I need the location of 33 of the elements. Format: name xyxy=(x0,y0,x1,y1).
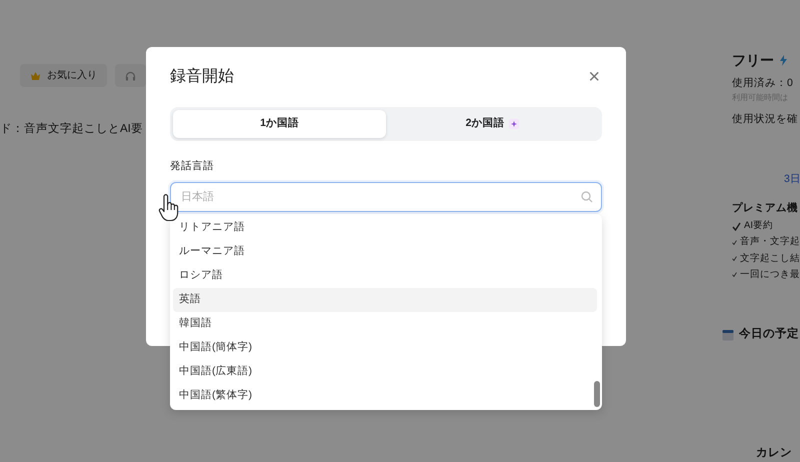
page-heading: ド：音声文字起こしとAI要 xyxy=(0,121,143,137)
crown-icon xyxy=(30,70,41,80)
headphones-icon xyxy=(125,70,136,80)
dropdown-option[interactable]: 韓国語 xyxy=(173,312,597,336)
calendar-icon xyxy=(722,328,734,341)
close-button[interactable]: × xyxy=(586,67,602,87)
section-title: カレン xyxy=(756,448,793,460)
feature-text: 一回につき最 xyxy=(740,268,800,282)
section-title: 今日の予定 xyxy=(739,326,799,342)
search-field[interactable]: 日本語 xyxy=(170,182,602,212)
tab[interactable]: 2か国語 xyxy=(386,110,599,138)
dropdown-option[interactable]: 中国語(繁体字) xyxy=(173,384,597,408)
lightning-icon xyxy=(780,55,787,66)
dropdown-option[interactable]: ロシア語 xyxy=(173,264,597,288)
dropdown-option[interactable]: 中国語(広東語) xyxy=(173,360,597,384)
dropdown-option[interactable]: ルーマニア語 xyxy=(173,240,597,264)
feature-text: AI要約 xyxy=(744,219,773,233)
premium-title: プレミアム機 xyxy=(732,201,799,216)
dialog-title: 録音開始 xyxy=(170,66,234,87)
dropdown-option[interactable]: 英語 xyxy=(173,288,597,312)
toolbar-chip[interactable] xyxy=(115,64,146,87)
plan-title: フリー xyxy=(732,51,774,70)
scrollbar[interactable] xyxy=(594,381,600,407)
usage-link[interactable]: 使用状況を確 xyxy=(732,112,800,128)
field-label: 発話言語 xyxy=(170,158,215,174)
toolbar-chip[interactable]: お気に入り xyxy=(20,64,107,87)
tab[interactable]: 1か国語 xyxy=(173,110,386,138)
search-icon xyxy=(581,190,593,202)
usage-text: 使用済み：0 xyxy=(732,76,794,91)
feature-text: 文字起こし結 xyxy=(740,252,800,266)
dropdown-option[interactable]: 中国語(簡体字) xyxy=(173,336,597,360)
dropdown-option[interactable]: リトアニア語 xyxy=(173,216,597,240)
feature-text: 音声・文字起 xyxy=(740,235,800,250)
